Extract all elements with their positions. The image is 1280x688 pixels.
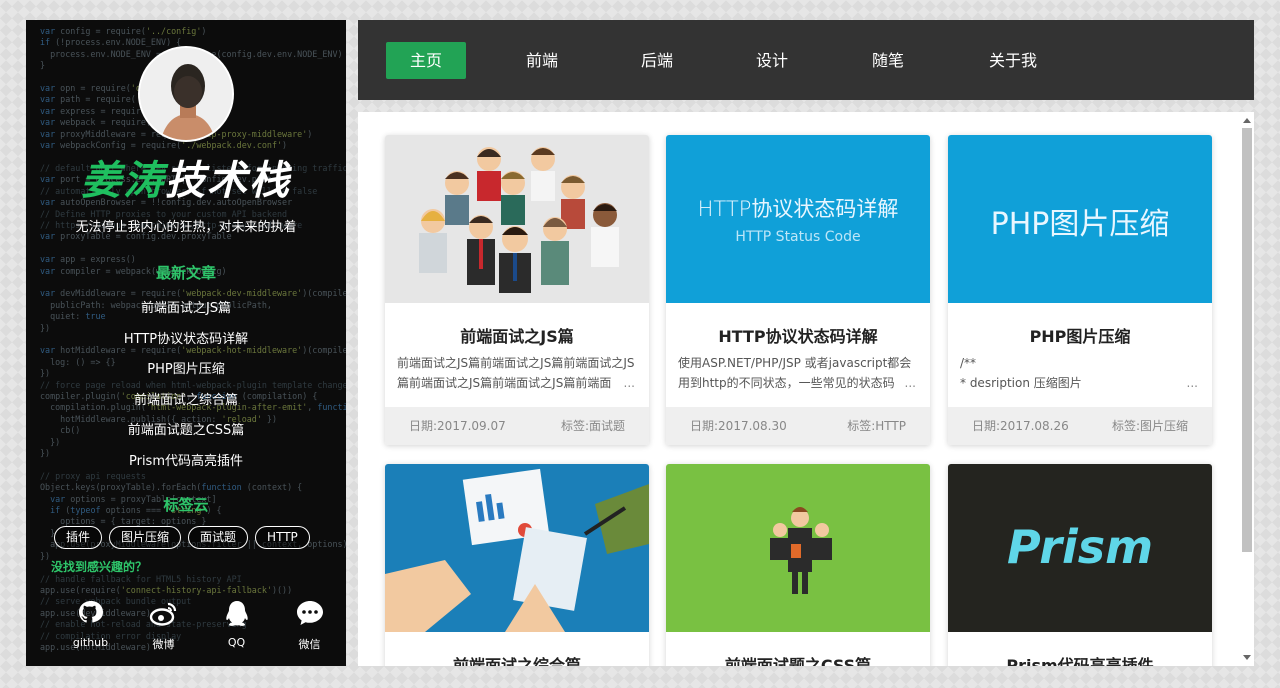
- recent-posts-title: 最新文章: [155, 264, 216, 282]
- top-nav: 主页 前端 后端 设计 随笔 关于我: [358, 20, 1254, 100]
- thumb-title: PHP图片压缩: [990, 207, 1170, 242]
- github-icon: [78, 601, 103, 623]
- recent-post-link[interactable]: 前端面试之综合篇: [26, 386, 346, 417]
- wechat-icon: [296, 601, 323, 625]
- documents-illustration: [385, 468, 649, 632]
- article-card[interactable]: PHP图片压缩 PHP图片压缩 /** * desription 压缩图片 ..…: [948, 135, 1212, 445]
- scrollbar[interactable]: [1242, 116, 1252, 662]
- scroll-thumb[interactable]: [1242, 128, 1252, 552]
- businessmen-illustration: [770, 507, 832, 594]
- recent-posts-list: 前端面试之JS篇 HTTP协议状态码详解 PHP图片压缩 前端面试之综合篇 前端…: [26, 294, 346, 478]
- nav-essays[interactable]: 随笔: [848, 42, 928, 79]
- recent-post-link[interactable]: PHP图片压缩: [26, 355, 346, 386]
- social-label: 微信: [298, 638, 321, 651]
- nav-design[interactable]: 设计: [732, 42, 812, 79]
- thumb-subtitle: HTTP Status Code: [735, 229, 861, 245]
- scroll-up-icon[interactable]: [1243, 118, 1251, 123]
- nav-about[interactable]: 关于我: [963, 42, 1063, 79]
- card-thumbnail: Prism: [948, 464, 1212, 632]
- card-thumbnail: [385, 464, 649, 632]
- social-wechat[interactable]: 微信: [273, 598, 346, 652]
- avatar[interactable]: [138, 46, 234, 142]
- card-thumbnail: [385, 135, 649, 303]
- article-card[interactable]: Prism Prism代码高亮插件: [948, 464, 1212, 666]
- nav-frontend[interactable]: 前端: [502, 42, 582, 79]
- article-card[interactable]: 前端面试之JS篇 前端面试之JS篇前端面试之JS篇前端面试之JS篇前端面试之JS…: [385, 135, 649, 445]
- social-github[interactable]: github: [54, 598, 127, 652]
- article-card[interactable]: 前端面试之综合篇: [385, 464, 649, 666]
- tag-cloud: 插件 图片压缩 面试题 HTTP: [54, 526, 310, 549]
- social-links: github 微博 QQ 微信: [54, 598, 346, 652]
- card-tag[interactable]: 标签:面试题: [561, 407, 625, 445]
- tag-interview[interactable]: 面试题: [188, 526, 249, 549]
- tag-plugin[interactable]: 插件: [54, 526, 103, 549]
- card-title[interactable]: HTTP协议状态码详解: [666, 323, 930, 346]
- social-weibo[interactable]: 微博: [127, 598, 200, 652]
- card-title[interactable]: Prism代码高亮插件: [948, 652, 1212, 666]
- card-excerpt: 使用ASP.NET/PHP/JSP 或者javascript都会用到http的不…: [666, 353, 930, 393]
- more-indicator: ...: [904, 376, 916, 390]
- card-meta: 日期:2017.09.07 标签:面试题: [385, 407, 649, 445]
- sidebar: var config = require('../config') if (!p…: [26, 20, 346, 666]
- people-illustration: [419, 147, 619, 293]
- card-title[interactable]: 前端面试题之CSS篇: [666, 652, 930, 666]
- prism-logo: Prism: [1006, 520, 1154, 574]
- article-grid: 前端面试之JS篇 前端面试之JS篇前端面试之JS篇前端面试之JS篇前端面试之JS…: [358, 112, 1254, 666]
- social-label: QQ: [227, 636, 246, 649]
- recent-post-link[interactable]: 前端面试题之CSS篇: [26, 416, 346, 447]
- card-excerpt: /** * desription 压缩图片 ...: [948, 353, 1212, 393]
- card-meta: 日期:2017.08.26 标签:图片压缩: [948, 407, 1212, 445]
- recent-post-link[interactable]: Prism代码高亮插件: [26, 447, 346, 478]
- card-title[interactable]: PHP图片压缩: [948, 323, 1212, 346]
- card-thumbnail: HTTP协议状态码详解 HTTP Status Code: [666, 135, 930, 303]
- card-date: 日期:2017.08.30: [690, 419, 787, 433]
- nav-home[interactable]: 主页: [386, 42, 466, 79]
- card-date: 日期:2017.09.07: [409, 419, 506, 433]
- article-card[interactable]: 前端面试题之CSS篇: [666, 464, 930, 666]
- card-title[interactable]: 前端面试之综合篇: [385, 652, 649, 666]
- card-date: 日期:2017.08.26: [972, 419, 1069, 433]
- social-label: 微博: [152, 638, 175, 651]
- motto: 无法停止我内心的狂热，对未来的执着: [75, 220, 297, 235]
- card-tag[interactable]: 标签:图片压缩: [1112, 407, 1188, 445]
- tag-http[interactable]: HTTP: [255, 526, 310, 549]
- social-qq[interactable]: QQ: [200, 598, 273, 652]
- blog-title[interactable]: 姜涛技术栈: [26, 154, 346, 208]
- nav-backend[interactable]: 后端: [617, 42, 697, 79]
- weibo-icon: [149, 602, 176, 626]
- tag-cloud-title: 标签云: [163, 496, 209, 514]
- interest-link[interactable]: 没找到感兴趣的？: [51, 558, 147, 575]
- thumb-title: HTTP协议状态码详解: [697, 197, 899, 221]
- tag-image-compress[interactable]: 图片压缩: [109, 526, 182, 549]
- qq-icon: [225, 601, 248, 626]
- card-thumbnail: [666, 464, 930, 632]
- card-meta: 日期:2017.08.30 标签:HTTP: [666, 407, 930, 445]
- card-excerpt: 前端面试之JS篇前端面试之JS篇前端面试之JS篇前端面试之JS篇前端面试之JS篇…: [385, 353, 649, 393]
- social-label: github: [72, 636, 109, 649]
- more-indicator: ...: [1186, 376, 1198, 390]
- card-thumbnail: PHP图片压缩: [948, 135, 1212, 303]
- recent-post-link[interactable]: 前端面试之JS篇: [26, 294, 346, 325]
- card-tag[interactable]: 标签:HTTP: [847, 407, 906, 445]
- recent-post-link[interactable]: HTTP协议状态码详解: [26, 325, 346, 356]
- scroll-down-icon[interactable]: [1243, 655, 1251, 660]
- more-indicator: ...: [623, 376, 635, 390]
- card-title[interactable]: 前端面试之JS篇: [385, 323, 649, 346]
- article-card[interactable]: HTTP协议状态码详解 HTTP Status Code HTTP协议状态码详解…: [666, 135, 930, 445]
